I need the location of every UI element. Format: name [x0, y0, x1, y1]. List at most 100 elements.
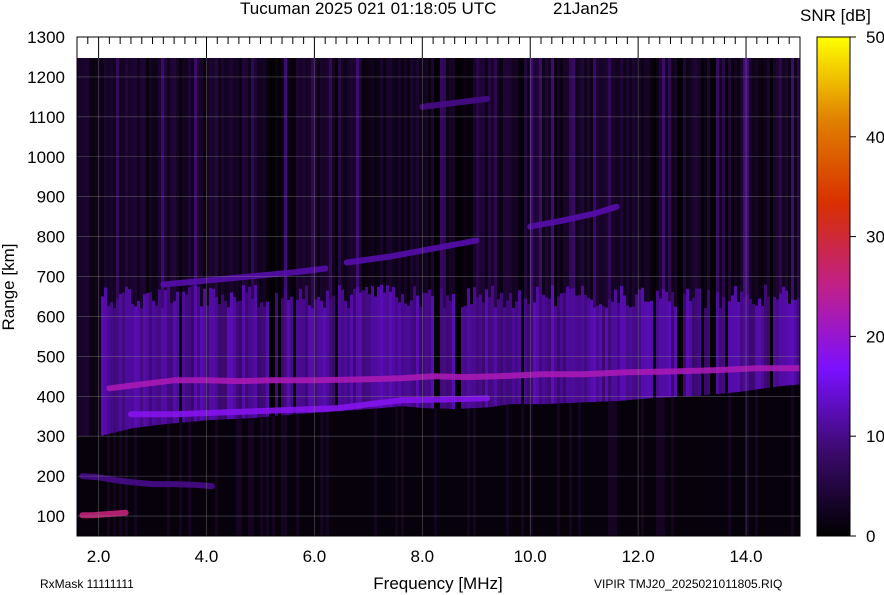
f-layer-column	[299, 289, 302, 414]
noise-column	[95, 58, 98, 437]
colorbar-tick-label: 20	[866, 327, 884, 346]
f-layer-column	[323, 307, 326, 413]
f-layer-column	[602, 305, 605, 402]
f-layer-column	[791, 299, 794, 386]
low-column	[662, 397, 665, 536]
low-column	[296, 414, 299, 536]
f-layer-column	[539, 293, 542, 405]
ionogram-chart: 2.0 4.0 6.0 8.0 10.0 12.0 14.0 100200300400500…	[0, 0, 884, 593]
chart-title: Tucuman 2025 021 01:18:05 UTC	[240, 0, 496, 18]
noise-column	[521, 58, 524, 405]
low-column	[461, 408, 464, 536]
low-column	[353, 410, 356, 536]
low-column	[623, 400, 626, 536]
low-column	[188, 421, 191, 536]
low-column	[185, 422, 188, 536]
f-layer-column	[479, 294, 482, 408]
f-layer-column	[452, 294, 455, 409]
f-layer-column	[230, 292, 233, 420]
f-layer-column	[377, 287, 380, 409]
f-layer-column	[305, 285, 308, 414]
noise-column	[272, 58, 275, 417]
noise-column	[677, 58, 680, 397]
low-column	[770, 387, 773, 536]
f-layer-column	[779, 293, 782, 387]
f-layer-column	[416, 295, 419, 408]
low-column	[386, 407, 389, 536]
f-layer-column	[554, 306, 557, 404]
f-layer-column	[233, 297, 236, 420]
low-column	[152, 425, 155, 536]
low-column	[176, 423, 179, 536]
colorbar-tick-label: 0	[866, 527, 875, 546]
low-column	[338, 411, 341, 536]
f-layer-column	[728, 301, 731, 393]
f-layer-column	[356, 287, 359, 410]
low-column	[197, 421, 200, 536]
low-column	[395, 406, 398, 536]
f-layer-column	[395, 297, 398, 407]
low-column	[344, 410, 347, 536]
low-column	[734, 392, 737, 536]
f-layer-column	[509, 293, 512, 405]
f-layer-column	[749, 299, 752, 391]
f-layer-column	[380, 284, 383, 409]
low-column	[656, 397, 659, 536]
f-layer-column	[518, 290, 521, 405]
low-column	[437, 408, 440, 536]
colorbar-tick-label: 30	[866, 228, 884, 247]
f-layer-column	[692, 297, 695, 397]
low-column	[392, 407, 395, 536]
low-column	[161, 424, 164, 536]
f-layer-column	[359, 292, 362, 410]
low-column	[629, 399, 632, 536]
f-layer-column	[719, 308, 722, 394]
noise-layer	[77, 58, 800, 536]
noise-column	[92, 58, 95, 437]
f-layer-column	[116, 298, 119, 432]
f-layer-column	[389, 291, 392, 408]
low-column	[182, 422, 185, 536]
low-column	[347, 410, 350, 536]
f-layer-column	[173, 301, 176, 424]
low-column	[107, 434, 110, 536]
f-layer-column	[563, 292, 566, 404]
f-layer-column	[767, 296, 770, 388]
f-layer-column	[146, 292, 149, 427]
low-column	[758, 389, 761, 536]
f-layer-column	[317, 297, 320, 413]
noise-column	[710, 58, 713, 395]
f-layer-column	[368, 294, 371, 410]
low-column	[440, 408, 443, 536]
f-layer-column	[203, 288, 206, 421]
f-layer-column	[488, 297, 491, 408]
file-label: VIPIR TMJ20_2025021011805.RIQ	[594, 577, 782, 591]
low-column	[680, 396, 683, 536]
f-layer-column	[497, 299, 500, 406]
y-tick-label: 1000	[27, 148, 65, 167]
f-layer-column	[536, 286, 539, 405]
low-column	[401, 406, 404, 536]
f-layer-column	[491, 285, 494, 407]
colorbar-tick-label: 50	[866, 28, 884, 47]
low-column	[86, 436, 89, 536]
low-column	[785, 385, 788, 536]
low-column	[635, 399, 638, 536]
low-column	[371, 408, 374, 536]
f-layer-column	[440, 288, 443, 409]
y-axis: 100 200 300 400 500 600 700 800 900 1000 1100 1200 1…	[27, 28, 65, 526]
f-layer-column	[632, 306, 635, 400]
f-layer-column	[587, 297, 590, 403]
low-column	[254, 417, 257, 536]
f-layer-column	[623, 295, 626, 401]
low-column	[443, 408, 446, 536]
low-column	[155, 425, 158, 536]
low-column	[473, 408, 476, 536]
f-layer-column	[290, 296, 293, 415]
f-layer-column	[551, 285, 554, 404]
low-column	[164, 424, 167, 536]
f-layer-column	[668, 301, 671, 398]
low-column	[470, 408, 473, 536]
low-column	[431, 408, 434, 536]
low-column	[260, 417, 263, 536]
